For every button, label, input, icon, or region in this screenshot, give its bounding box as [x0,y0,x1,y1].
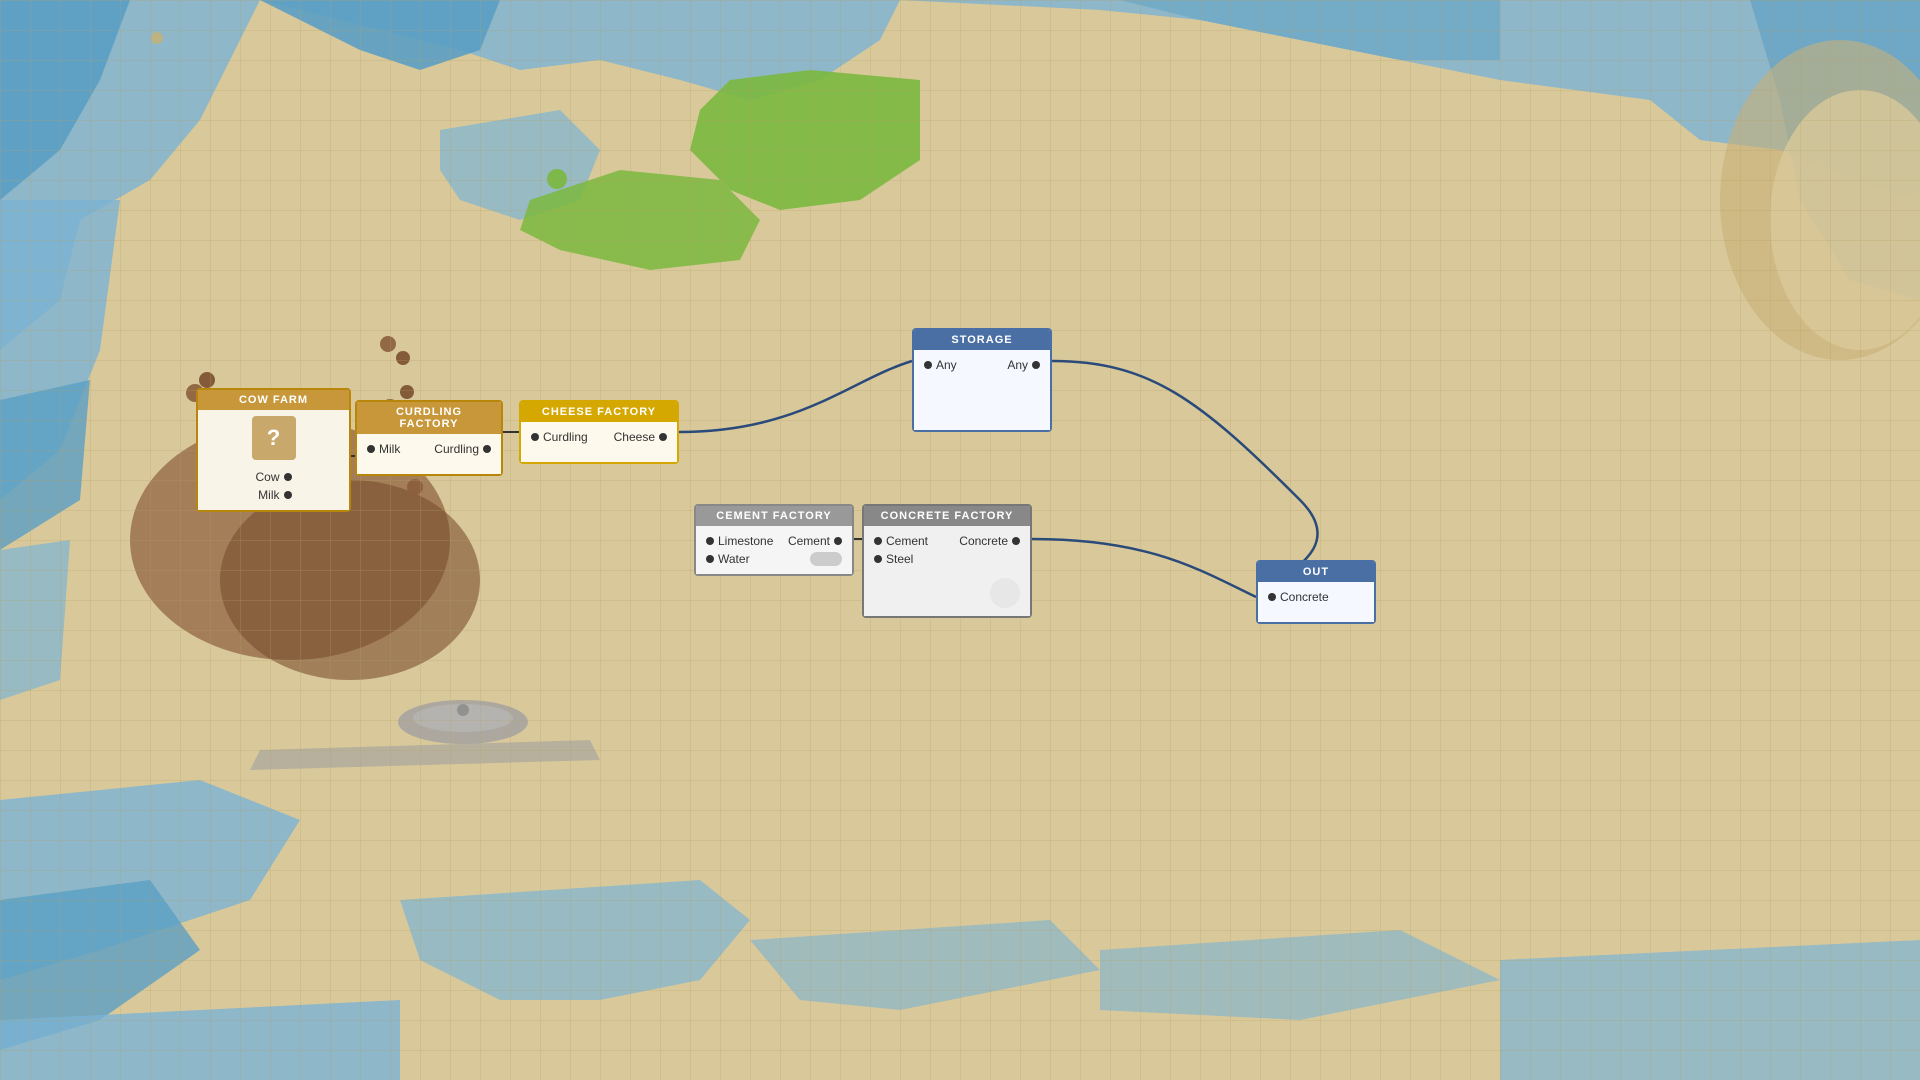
milk-input-dot [367,445,375,453]
concrete-factory-icon [990,578,1020,608]
storage-output-dot [1032,361,1040,369]
concrete-cement-row: Cement Concrete [874,532,1020,550]
cow-farm-milk-row: Milk [255,486,291,504]
water-input-dot [706,555,714,563]
concrete-factory-node[interactable]: CONCRETE FACTORY Cement Concrete Steel [862,504,1032,618]
concrete-factory-header: CONCRETE FACTORY [864,506,1030,526]
out-concrete-row: Concrete [1268,588,1364,606]
curdling-factory-header: CURDLING FACTORY [357,402,501,434]
concrete-steel-row: Steel [874,550,1020,568]
steel-input-dot [874,555,882,563]
cheese-factory-node[interactable]: CHEESE FACTORY Curdling Cheese [519,400,679,464]
cement-factory-header: CEMENT FACTORY [696,506,852,526]
concrete-factory-body: Cement Concrete Steel [864,526,1030,616]
milk-output-dot [284,491,292,499]
cow-farm-icon: ? [252,416,296,460]
water-toggle[interactable] [810,552,842,566]
out-node[interactable]: OUT Concrete [1256,560,1376,624]
out-node-body: Concrete [1258,582,1374,622]
curdling-input-dot [531,433,539,441]
curdling-factory-body: Milk Curdling [357,434,501,474]
storage-any-row: Any Any [924,356,1040,374]
cement-factory-body: Limestone Cement Water [696,526,852,574]
cement-limestone-row: Limestone Cement [706,532,842,550]
limestone-input-dot [706,537,714,545]
curdling-factory-node[interactable]: CURDLING FACTORY Milk Curdling [355,400,503,476]
cow-farm-node[interactable]: COW FARM ? Cow Milk [196,388,351,512]
cement-water-row: Water [706,550,842,568]
curdling-output-dot [483,445,491,453]
concrete-output-dot [1012,537,1020,545]
cow-output-dot [284,473,292,481]
storage-header: STORAGE [914,330,1050,350]
storage-body: Any Any [914,350,1050,430]
cow-farm-header: COW FARM [198,390,349,410]
cement-output-dot [834,537,842,545]
out-concrete-dot [1268,593,1276,601]
cheese-factory-row: Curdling Cheese [531,428,667,446]
out-node-header: OUT [1258,562,1374,582]
cheese-output-dot [659,433,667,441]
cement-factory-node[interactable]: CEMENT FACTORY Limestone Cement Water [694,504,854,576]
cheese-factory-header: CHEESE FACTORY [521,402,677,422]
storage-input-dot [924,361,932,369]
cheese-factory-body: Curdling Cheese [521,422,677,462]
storage-node[interactable]: STORAGE Any Any [912,328,1052,432]
cement-input-dot [874,537,882,545]
curdling-factory-row: Milk Curdling [367,440,491,458]
cow-farm-cow-row: Cow [255,468,291,486]
